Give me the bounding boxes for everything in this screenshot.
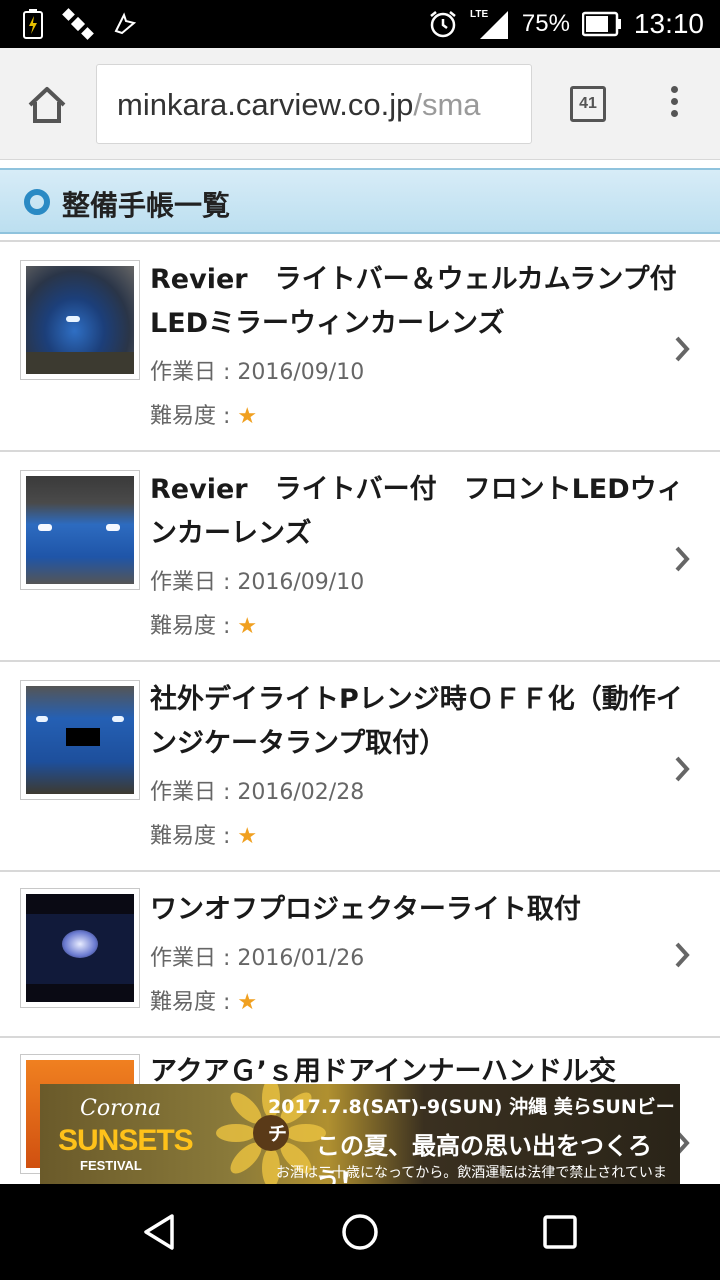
satellite-icon — [62, 8, 94, 40]
ad-festival: FESTIVAL — [80, 1158, 142, 1173]
chevron-right-icon — [675, 336, 690, 362]
item-difficulty: 難易度 : ★ — [150, 608, 257, 640]
lte-signal-icon: LTE — [470, 9, 508, 39]
list-item[interactable]: Revier ライトバー＆ウェルカムランプ付 LEDミラーウィンカーレンズ 作業… — [0, 240, 720, 450]
item-title: Revier ライトバー＆ウェルカムランプ付 LEDミラーウィンカーレンズ — [150, 264, 704, 339]
recent-apps-icon[interactable] — [542, 1214, 578, 1250]
item-title: Revier ライトバー付 フロントLEDウィンカーレンズ — [150, 474, 684, 549]
ad-brand: SUNSETS — [58, 1124, 194, 1157]
difficulty-label: 難易度 : — [150, 990, 231, 1015]
alarm-icon — [430, 11, 456, 38]
item-difficulty: 難易度 : ★ — [150, 984, 257, 1016]
thumbnail — [20, 888, 140, 1008]
difficulty-label: 難易度 : — [150, 614, 231, 639]
item-date: 作業日 : 2016/09/10 — [150, 360, 365, 385]
star-icon: ★ — [237, 404, 258, 429]
ad-fine-print: お酒は二十歳になってから。飲酒運転は法律で禁止されています — [276, 1165, 667, 1181]
browser-toolbar: minkara.carview.co.jp/sma 41 — [0, 48, 720, 160]
item-date: 作業日 : 2016/02/28 — [150, 780, 365, 805]
section-title: 整備手帳一覧 — [62, 189, 231, 222]
battery-icon — [581, 11, 621, 37]
url-host: minkara.carview.co.jp — [117, 87, 414, 122]
thumbnail — [20, 260, 140, 380]
thumbnail — [20, 470, 140, 590]
home-circle-icon[interactable] — [340, 1212, 380, 1252]
system-nav-bar — [0, 1184, 720, 1280]
list-item[interactable]: 社外デイライトPレンジ時ＯＦＦ化（動作インジケータランプ取付） 作業日 : 20… — [0, 660, 720, 870]
item-difficulty: 難易度 : ★ — [150, 818, 257, 850]
difficulty-label: 難易度 : — [150, 404, 231, 429]
address-bar[interactable]: minkara.carview.co.jp/sma — [96, 64, 532, 144]
thumbnail — [20, 680, 140, 800]
tab-count: 41 — [579, 95, 597, 112]
maintenance-list: Revier ライトバー＆ウェルカムランプ付 LEDミラーウィンカーレンズ 作業… — [0, 240, 720, 1186]
item-difficulty: 難易度 : ★ — [150, 398, 257, 430]
star-icon: ★ — [237, 614, 258, 639]
overflow-menu-icon[interactable] — [664, 86, 684, 122]
clock: 13:10 — [633, 8, 704, 39]
circle-bullet-icon — [24, 189, 50, 215]
ad-logo: Corona — [80, 1096, 162, 1121]
url-path: /sma — [413, 87, 481, 122]
chevron-right-icon — [675, 546, 690, 572]
ad-banner[interactable]: Corona SUNSETS FESTIVAL 2017.7.8(SAT)-9(… — [40, 1084, 680, 1184]
list-item[interactable]: Revier ライトバー付 フロントLEDウィンカーレンズ 作業日 : 2016… — [0, 450, 720, 660]
battery-percent: 75% — [521, 10, 570, 37]
svg-text:LTE: LTE — [470, 9, 488, 20]
star-icon: ★ — [237, 824, 258, 849]
battery-saver-icon — [23, 9, 43, 39]
notification-icon — [114, 12, 137, 35]
chevron-right-icon — [675, 942, 690, 968]
tab-switcher-button[interactable]: 41 — [570, 86, 606, 122]
status-bar: LTE 75% 13:10 — [0, 0, 720, 48]
item-date: 作業日 : 2016/09/10 — [150, 570, 365, 595]
item-title: 社外デイライトPレンジ時ＯＦＦ化（動作インジケータランプ取付） — [150, 684, 683, 759]
section-header: 整備手帳一覧 — [0, 168, 720, 234]
list-item[interactable]: ワンオフプロジェクターライト取付 作業日 : 2016/01/26 難易度 : … — [0, 870, 720, 1036]
difficulty-label: 難易度 : — [150, 824, 231, 849]
item-title: ワンオフプロジェクターライト取付 — [150, 894, 581, 925]
item-date: 作業日 : 2016/01/26 — [150, 946, 365, 971]
chevron-right-icon — [675, 756, 690, 782]
back-icon[interactable] — [140, 1212, 180, 1252]
star-icon: ★ — [237, 990, 258, 1015]
home-icon[interactable] — [26, 84, 68, 126]
